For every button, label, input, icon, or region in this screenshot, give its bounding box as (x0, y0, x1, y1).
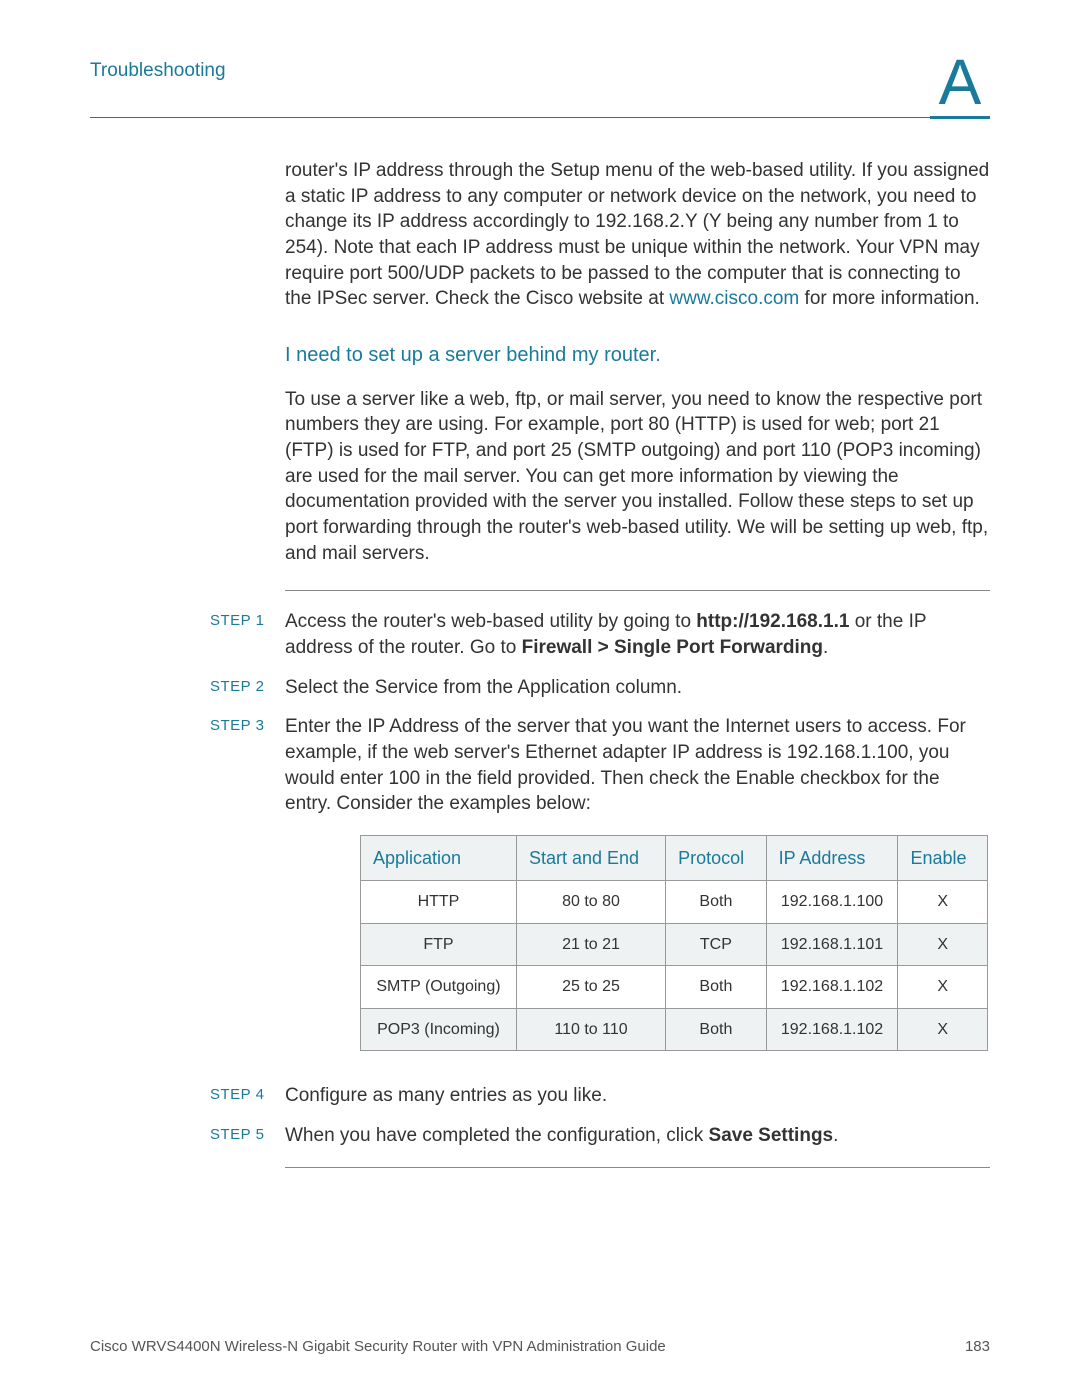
table-row: HTTP 80 to 80 Both 192.168.1.100 X (361, 881, 988, 924)
step-text: . (833, 1125, 838, 1146)
cell: POP3 (Incoming) (361, 1008, 517, 1051)
step-label: STEP 5 (210, 1123, 285, 1149)
subheading: I need to set up a server behind my rout… (285, 342, 990, 369)
cell: 192.168.1.102 (766, 1008, 898, 1051)
cell: X (898, 923, 988, 966)
appendix-block: A (930, 50, 990, 119)
cell: Both (666, 881, 767, 924)
cell: 192.168.1.102 (766, 966, 898, 1009)
step-body: Configure as many entries as you like. (285, 1083, 990, 1109)
section-title: Troubleshooting (90, 60, 226, 82)
page-header: Troubleshooting A (90, 50, 990, 119)
cell: FTP (361, 923, 517, 966)
table-row: SMTP (Outgoing) 25 to 25 Both 192.168.1.… (361, 966, 988, 1009)
step-label: STEP 2 (210, 675, 285, 701)
step-label: STEP 1 (210, 609, 285, 660)
col-ip-address: IP Address (766, 835, 898, 880)
step-2: STEP 2 Select the Service from the Appli… (210, 675, 990, 701)
col-protocol: Protocol (666, 835, 767, 880)
cell: 25 to 25 (516, 966, 665, 1009)
step-label: STEP 4 (210, 1083, 285, 1109)
steps-bottom-rule (285, 1167, 990, 1168)
col-application: Application (361, 835, 517, 880)
appendix-letter: A (930, 50, 990, 114)
steps-block: STEP 1 Access the router's web-based uti… (210, 609, 990, 1148)
cell: SMTP (Outgoing) (361, 966, 517, 1009)
step-1: STEP 1 Access the router's web-based uti… (210, 609, 990, 660)
cell: X (898, 966, 988, 1009)
body-content: router's IP address through the Setup me… (285, 158, 990, 566)
cell: Both (666, 966, 767, 1009)
step-5: STEP 5 When you have completed the confi… (210, 1123, 990, 1149)
step-label: STEP 3 (210, 714, 285, 1069)
table-header-row: Application Start and End Protocol IP Ad… (361, 835, 988, 880)
steps-top-rule (285, 590, 990, 591)
step-body: When you have completed the configuratio… (285, 1123, 990, 1149)
cell: 21 to 21 (516, 923, 665, 966)
step-text: When you have completed the configuratio… (285, 1125, 709, 1146)
cell: 192.168.1.100 (766, 881, 898, 924)
step-bold: http://192.168.1.1 (696, 611, 849, 632)
cell: 192.168.1.101 (766, 923, 898, 966)
step-body: Access the router's web-based utility by… (285, 609, 990, 660)
step-text: Access the router's web-based utility by… (285, 611, 696, 632)
cell: 110 to 110 (516, 1008, 665, 1051)
port-forwarding-table: Application Start and End Protocol IP Ad… (360, 835, 988, 1052)
page-footer: Cisco WRVS4400N Wireless-N Gigabit Secur… (90, 1338, 990, 1355)
step-bold: Firewall > Single Port Forwarding (522, 637, 823, 658)
cisco-link[interactable]: www.cisco.com (669, 288, 799, 309)
step-bold: Save Settings (709, 1125, 834, 1146)
header-rule (90, 117, 990, 118)
step-4: STEP 4 Configure as many entries as you … (210, 1083, 990, 1109)
footer-title: Cisco WRVS4400N Wireless-N Gigabit Secur… (90, 1338, 666, 1355)
cell: X (898, 881, 988, 924)
step-text: . (823, 637, 828, 658)
step-body: Enter the IP Address of the server that … (285, 714, 990, 1069)
col-start-end: Start and End (516, 835, 665, 880)
cell: Both (666, 1008, 767, 1051)
cell: X (898, 1008, 988, 1051)
step-text: Enter the IP Address of the server that … (285, 716, 966, 814)
table-row: FTP 21 to 21 TCP 192.168.1.101 X (361, 923, 988, 966)
table-row: POP3 (Incoming) 110 to 110 Both 192.168.… (361, 1008, 988, 1051)
col-enable: Enable (898, 835, 988, 880)
body-paragraph: To use a server like a web, ftp, or mail… (285, 387, 990, 566)
cell: TCP (666, 923, 767, 966)
cell: 80 to 80 (516, 881, 665, 924)
intro-paragraph: router's IP address through the Setup me… (285, 158, 990, 312)
step-body: Select the Service from the Application … (285, 675, 990, 701)
intro-text-suffix: for more information. (799, 288, 980, 309)
cell: HTTP (361, 881, 517, 924)
intro-text-prefix: router's IP address through the Setup me… (285, 160, 989, 309)
step-3: STEP 3 Enter the IP Address of the serve… (210, 714, 990, 1069)
page: Troubleshooting A router's IP address th… (0, 0, 1080, 1397)
page-number: 183 (965, 1338, 990, 1355)
